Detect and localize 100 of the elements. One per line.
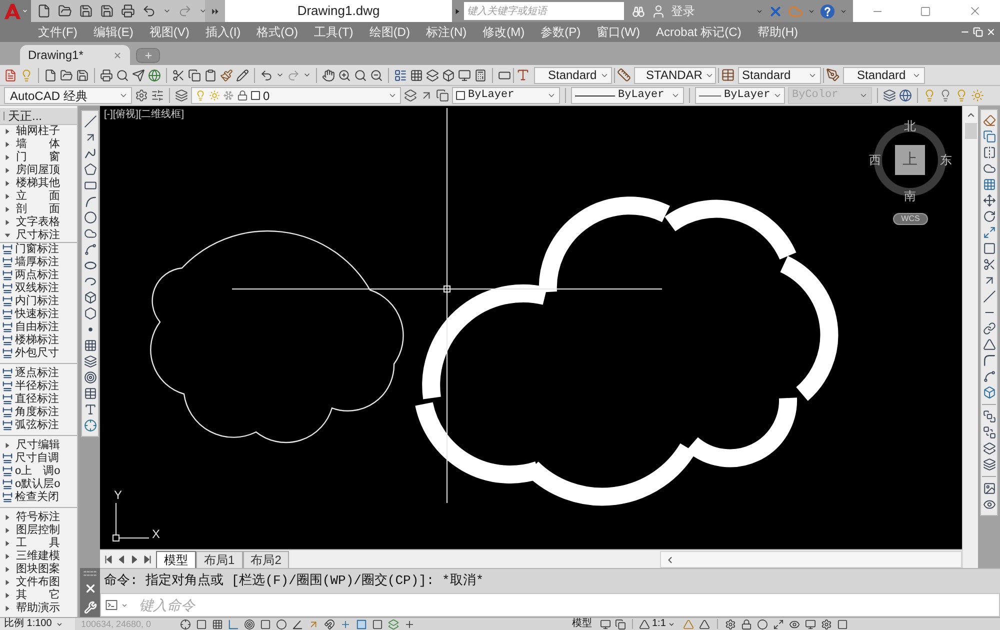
- send-icon[interactable]: [132, 68, 145, 82]
- palette-folder[interactable]: 房间屋顶: [0, 164, 77, 177]
- copy-icon[interactable]: [982, 130, 996, 143]
- scale-menu-button[interactable]: 比例 1:100: [0, 618, 75, 630]
- maximize-icon[interactable]: [920, 6, 932, 16]
- search-field[interactable]: 键入关键字或短语: [464, 2, 624, 20]
- copy-icon[interactable]: [436, 89, 449, 102]
- pencil-icon[interactable]: [236, 68, 249, 82]
- color-dropdown[interactable]: ByLayer: [452, 87, 560, 104]
- new-file-icon[interactable]: [37, 4, 51, 18]
- open-folder-icon[interactable]: [60, 68, 73, 82]
- cube-icon[interactable]: [982, 386, 996, 399]
- menu-item[interactable]: 窗口(W): [596, 23, 640, 41]
- grid-icon[interactable]: [84, 339, 96, 352]
- palette-command[interactable]: 两点标注: [0, 269, 77, 282]
- toggle-square-icon[interactable]: [356, 618, 367, 630]
- palette-folder[interactable]: 图块图案: [0, 563, 77, 576]
- palette-command[interactable]: 门窗标注: [0, 243, 77, 256]
- menu-item[interactable]: 格式(O): [256, 23, 298, 41]
- zoom-out-icon[interactable]: [370, 68, 383, 82]
- help-icon[interactable]: [820, 4, 835, 18]
- ruler-icon[interactable]: [617, 68, 631, 82]
- caret-icon[interactable]: [808, 8, 815, 14]
- target-icon[interactable]: [244, 618, 255, 630]
- palette-folder[interactable]: 其 它: [0, 589, 77, 602]
- layers-icon[interactable]: [426, 68, 439, 82]
- open-folder-icon[interactable]: [58, 4, 72, 18]
- caret-icon[interactable]: [199, 7, 207, 15]
- slash-icon[interactable]: [982, 290, 996, 303]
- palette-folder[interactable]: 尺寸编辑: [0, 439, 77, 452]
- model-space-button[interactable]: 模型: [568, 619, 596, 629]
- lock-icon[interactable]: [740, 618, 752, 630]
- caret-icon[interactable]: [276, 71, 284, 79]
- menu-item[interactable]: 帮助(H): [757, 23, 798, 41]
- command-line-field[interactable]: 键入命令: [100, 593, 1000, 617]
- pentagon-icon[interactable]: [84, 163, 96, 176]
- multileader-style-dropdown[interactable]: Standard: [843, 66, 925, 84]
- close-tab-icon[interactable]: [113, 50, 122, 60]
- monitor-icon[interactable]: [804, 618, 816, 630]
- magnet-icon[interactable]: [324, 618, 335, 630]
- last-page-icon[interactable]: [142, 554, 153, 565]
- vertical-scrollbar[interactable]: [962, 106, 978, 568]
- palette-command[interactable]: 外包尺寸: [0, 347, 77, 360]
- globe-icon[interactable]: [899, 89, 912, 102]
- menu-item[interactable]: 修改(M): [482, 23, 525, 41]
- square-icon[interactable]: [836, 618, 848, 630]
- document-icon[interactable]: [4, 68, 17, 82]
- eye-icon[interactable]: [982, 498, 996, 511]
- palette-folder[interactable]: 墙 体: [0, 138, 77, 151]
- clipboard-icon[interactable]: [204, 68, 217, 82]
- crosshair-icon[interactable]: [84, 419, 96, 432]
- menu-item[interactable]: 绘图(D): [369, 23, 410, 41]
- palette-command[interactable]: o默认层o: [0, 478, 77, 491]
- print-icon[interactable]: [121, 4, 135, 18]
- palette-folder[interactable]: 立 面: [0, 190, 77, 203]
- save-icon[interactable]: [79, 4, 93, 18]
- palette-command[interactable]: 墙厚标注: [0, 256, 77, 269]
- palette-folder[interactable]: 文件布图: [0, 576, 77, 589]
- palette-command[interactable]: 快速标注: [0, 308, 77, 321]
- layers-icon[interactable]: [404, 89, 417, 102]
- palette-command[interactable]: 自由标注: [0, 321, 77, 334]
- palette-folder[interactable]: 门 窗: [0, 151, 77, 164]
- zoom-in-icon[interactable]: [338, 68, 351, 82]
- scissors-icon[interactable]: [982, 258, 996, 271]
- flip-icon[interactable]: [982, 146, 996, 159]
- cube-icon[interactable]: [442, 68, 455, 82]
- plus-icon[interactable]: [340, 618, 351, 630]
- document-tab[interactable]: Drawing1*: [20, 45, 130, 65]
- hand-icon[interactable]: [322, 68, 335, 82]
- circle-icon[interactable]: [84, 211, 96, 224]
- triangle-icon[interactable]: [698, 618, 710, 630]
- palette-folder[interactable]: 工 具: [0, 537, 77, 550]
- layers-icon[interactable]: [883, 89, 896, 102]
- rotate-icon[interactable]: [982, 210, 996, 223]
- caret-icon[interactable]: [668, 620, 675, 628]
- table-icon[interactable]: [721, 68, 735, 82]
- layout-tab[interactable]: 布局1: [196, 551, 243, 568]
- monitor-icon[interactable]: [458, 68, 471, 82]
- list-icon[interactable]: [394, 68, 407, 82]
- palette-folder[interactable]: 尺寸标注: [0, 229, 77, 242]
- dimension-style-dropdown[interactable]: STANDAR: [634, 66, 716, 84]
- palette-command[interactable]: 半径标注: [0, 380, 77, 393]
- plus-icon[interactable]: [404, 618, 415, 630]
- expand-icon[interactable]: [982, 226, 996, 239]
- layers-icon[interactable]: [175, 89, 188, 102]
- angle-icon[interactable]: [292, 618, 303, 630]
- scrollbar-thumb[interactable]: [964, 123, 976, 139]
- image-icon[interactable]: [982, 482, 996, 495]
- ortho-corner-icon[interactable]: [228, 618, 239, 630]
- grid-icon[interactable]: [982, 178, 996, 191]
- table-icon[interactable]: [84, 387, 96, 400]
- linetype-dropdown[interactable]: ByLayer: [571, 87, 684, 104]
- layout-tab[interactable]: 模型: [156, 551, 196, 568]
- user-icon[interactable]: [651, 4, 666, 18]
- line-icon[interactable]: [84, 115, 96, 128]
- previous-page-icon[interactable]: [116, 554, 127, 565]
- first-page-icon[interactable]: [103, 554, 114, 565]
- caret-icon[interactable]: [121, 602, 128, 608]
- move-icon[interactable]: [982, 194, 996, 207]
- play-triangle-icon[interactable]: [454, 8, 461, 14]
